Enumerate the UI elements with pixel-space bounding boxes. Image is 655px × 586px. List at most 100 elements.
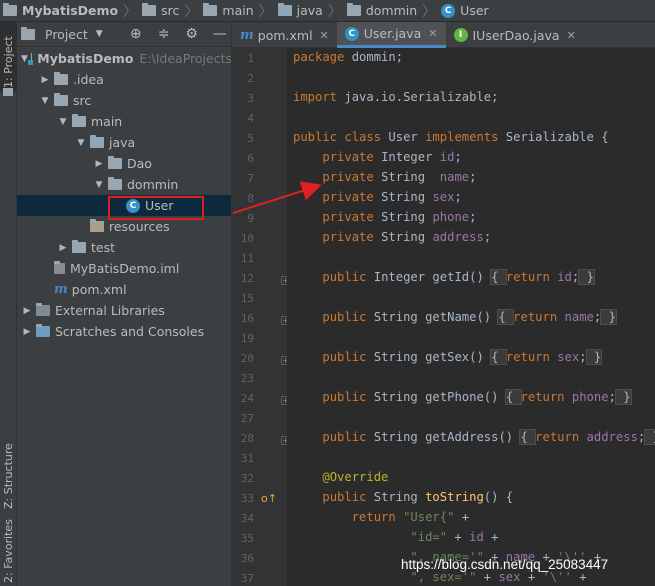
resources-folder-icon	[90, 219, 104, 232]
tree-item-label: main	[91, 114, 123, 129]
chevron-right-icon[interactable]: ▶	[21, 327, 33, 337]
code-line[interactable]: package dommin;	[293, 50, 403, 64]
breadcrumb-separator-icon: 〉	[123, 3, 138, 20]
folder-icon	[54, 72, 68, 85]
breadcrumb-project[interactable]: MybatisDemo	[3, 0, 118, 22]
chevron-right-icon[interactable]: ▶	[39, 75, 51, 85]
line-number: 34	[240, 512, 254, 525]
line-number: 11	[240, 252, 254, 265]
code-line[interactable]: private String address;	[293, 230, 491, 244]
structure-tool-label: Z: Structure	[2, 443, 15, 509]
code-line[interactable]: public String getPhone() { return phone;…	[293, 389, 632, 405]
chevron-down-icon[interactable]: ▼	[57, 117, 69, 127]
line-number: 23	[240, 372, 254, 385]
breadcrumb-dommin[interactable]: dommin	[346, 0, 418, 22]
interface-icon: I	[453, 28, 468, 42]
code-line[interactable]: public class User implements Serializabl…	[293, 130, 609, 144]
tree-item[interactable]: ▼ MybatisDemo E:\IdeaProjects	[17, 48, 231, 69]
line-number: 3	[247, 92, 254, 105]
chevron-down-icon[interactable]: ▼	[93, 180, 105, 190]
folder-icon	[203, 3, 218, 16]
tree-item[interactable]: ▶mpom.xml	[17, 279, 231, 300]
override-marker-icon[interactable]: o↑	[261, 492, 277, 505]
code-line[interactable]: import java.io.Serializable;	[293, 90, 498, 104]
code-line[interactable]: private String sex;	[293, 190, 461, 204]
chevron-down-icon[interactable]: ▼	[39, 96, 51, 106]
breadcrumb-user[interactable]: C User	[441, 0, 489, 22]
code-line[interactable]: private Integer id;	[293, 150, 461, 164]
line-number: 20	[240, 352, 254, 365]
tree-item[interactable]: ▶ .idea	[17, 69, 231, 90]
tab-label: pom.xml	[257, 27, 313, 43]
gear-icon[interactable]: ⚙	[185, 26, 199, 42]
code-line[interactable]: public String getSex() { return sex; }	[293, 349, 603, 365]
locate-icon[interactable]: ⊕	[129, 26, 143, 42]
collapse-all-icon[interactable]: ≑	[157, 26, 171, 42]
code-line[interactable]: private String name;	[293, 170, 476, 184]
breadcrumb-src[interactable]: src	[142, 0, 179, 22]
line-number: 4	[247, 112, 254, 125]
tree-item[interactable]: ▼ src	[17, 90, 231, 111]
chevron-right-icon[interactable]: ▶	[57, 243, 69, 253]
code-line[interactable]: "id=" + id +	[293, 530, 498, 544]
module-icon	[27, 53, 35, 65]
line-number: 9	[247, 212, 254, 225]
code-line[interactable]: @Override	[293, 470, 388, 484]
package-icon	[108, 156, 122, 169]
code-line[interactable]: ", sex='" + sex + '\'' +	[293, 570, 586, 584]
code-line[interactable]: public String getName() { return name; }	[293, 309, 617, 325]
tab-pom-xml[interactable]: m pom.xml ✕	[232, 22, 337, 48]
code-line[interactable]: return "User{" +	[293, 510, 469, 524]
project-view-selector[interactable]: Project	[45, 27, 88, 42]
code-line[interactable]: public String getAddress() { return addr…	[293, 429, 655, 445]
code-editor[interactable]: package dommin; import java.io.Serializab…	[287, 48, 655, 586]
code-line[interactable]: public Integer getId() { return id; }	[293, 269, 595, 285]
breadcrumb-label: src	[161, 3, 180, 18]
tree-item[interactable]: ▼ main	[17, 111, 231, 132]
code-line[interactable]: public String toString() {	[293, 490, 513, 504]
structure-tool-tab[interactable]: Z: Structure	[0, 417, 17, 512]
chevron-down-icon[interactable]: ▼	[75, 138, 87, 148]
project-panel: Project ▼ ⊕ ≑ ⚙ — ▼ MybatisDemo E:\IdeaPro…	[17, 22, 232, 586]
breadcrumb-label: java	[296, 3, 323, 18]
tree-item[interactable]: ▶ Dao	[17, 153, 231, 174]
tree-item[interactable]: ▶MyBatisDemo.iml	[17, 258, 231, 279]
folder-icon	[72, 240, 86, 253]
tree-item-label: test	[91, 240, 116, 255]
chevron-right-icon[interactable]: ▶	[93, 159, 105, 169]
chevron-right-icon[interactable]: ▶	[21, 306, 33, 316]
close-icon[interactable]: ✕	[567, 29, 576, 42]
close-icon[interactable]: ✕	[428, 27, 437, 40]
folder-icon	[142, 3, 157, 16]
tree-item[interactable]: ▶ Scratches and Consoles	[17, 321, 231, 342]
code-line[interactable]: private String phone;	[293, 210, 476, 224]
tree-item[interactable]: ▼ java	[17, 132, 231, 153]
chevron-down-icon[interactable]: ▼	[21, 54, 28, 64]
project-tool-tab[interactable]: 1: Project	[0, 22, 17, 92]
editor-tabs: m pom.xml ✕ C User.java ✕ I IUserDao.jav…	[232, 22, 655, 48]
tree-item-label: Dao	[127, 156, 152, 171]
line-number: 31	[240, 452, 254, 465]
line-number: 24	[240, 392, 254, 405]
line-number: 37	[240, 572, 254, 585]
line-number: 12	[240, 272, 254, 285]
breadcrumb-java[interactable]: java	[277, 0, 323, 22]
breadcrumb-main[interactable]: main	[203, 0, 254, 22]
favorites-tool-tab[interactable]: 2: Favorites	[0, 517, 17, 586]
tree-item[interactable]: ▼ dommin	[17, 174, 231, 195]
tree-item[interactable]: ▶ External Libraries	[17, 300, 231, 321]
project-panel-header: Project ▼ ⊕ ≑ ⚙ —	[17, 22, 231, 47]
close-icon[interactable]: ✕	[320, 29, 329, 42]
line-number: 8	[247, 192, 254, 205]
tree-item-label: resources	[109, 219, 170, 234]
chevron-down-icon[interactable]: ▼	[96, 29, 103, 39]
tree-item[interactable]: ▶ test	[17, 237, 231, 258]
line-number: 27	[240, 412, 254, 425]
tab-user-java[interactable]: C User.java ✕	[336, 22, 446, 48]
line-number: 28	[240, 432, 254, 445]
tab-iuserdao-java[interactable]: I IUserDao.java ✕	[446, 22, 584, 48]
breadcrumb-label: dommin	[365, 3, 418, 18]
line-number: 33	[240, 492, 254, 505]
hide-icon[interactable]: —	[213, 26, 227, 42]
line-number: 35	[240, 532, 254, 545]
